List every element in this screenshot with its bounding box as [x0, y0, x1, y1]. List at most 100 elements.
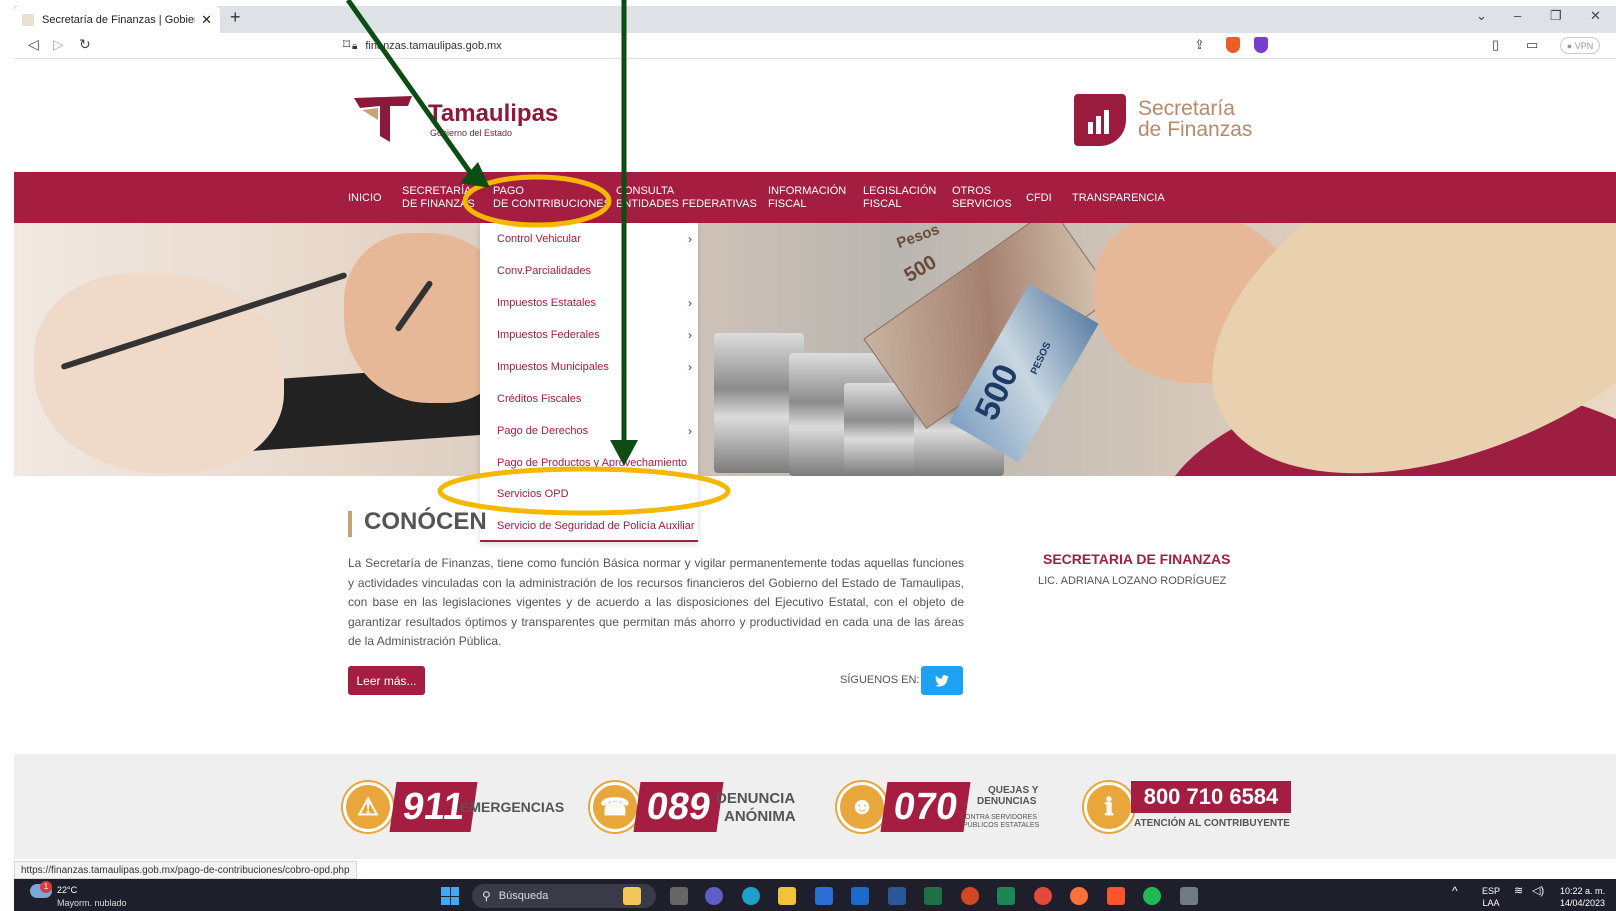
menu-item-impuestos-federales[interactable]: Impuestos Federales	[497, 329, 600, 341]
pago-contribuciones-dropdown: Control Vehicular › Conv.Parcialidades I…	[480, 223, 698, 542]
menu-item-pago-productos[interactable]: Pago de Productos y Aprovechamiento	[497, 457, 687, 469]
forward-icon[interactable]: ▷	[53, 36, 64, 53]
nav-pago-contribuciones[interactable]: PAGO DE CONTRIBUCIONES	[493, 185, 611, 211]
nav-label: FISCAL	[863, 198, 902, 210]
emergency-numbers-band	[14, 754, 1616, 859]
brave-shield-icon[interactable]	[1226, 37, 1240, 53]
menu-item-creditos-fiscales[interactable]: Créditos Fiscales	[497, 393, 581, 405]
lang-line-2: LAA	[1482, 898, 1500, 908]
menu-item-seguridad-policia[interactable]: Servicio de Seguridad de Policía Auxilia…	[497, 520, 695, 532]
menu-item-impuestos-municipales[interactable]: Impuestos Municipales	[497, 361, 609, 373]
status-url-tooltip: https://finanzas.tamaulipas.gob.mx/pago-…	[14, 861, 357, 879]
close-tab-icon[interactable]: ✕	[201, 12, 212, 28]
menu-item-control-vehicular[interactable]: Control Vehicular	[497, 233, 581, 245]
wifi-icon[interactable]: ≋	[1514, 885, 1523, 897]
vpn-button[interactable]: ● VPN	[1560, 37, 1600, 54]
spotify-icon[interactable]	[1143, 887, 1161, 905]
nav-label: OTROS	[952, 185, 992, 197]
nav-informacion-fiscal[interactable]: INFORMACIÓN FISCAL	[768, 185, 846, 211]
tray-chevron-icon[interactable]: ^	[1452, 885, 1458, 897]
menu-item-impuestos-estatales[interactable]: Impuestos Estatales	[497, 297, 596, 309]
emergency-089-label-2: ANÓNIMA	[724, 808, 796, 825]
nav-transparencia[interactable]: TRANSPARENCIA	[1072, 192, 1165, 205]
powerpoint-icon[interactable]	[961, 887, 979, 905]
task-view-icon[interactable]	[670, 887, 688, 905]
twitter-button[interactable]	[921, 666, 963, 695]
nav-label: SERVICIOS	[952, 198, 1012, 210]
url-bar[interactable]: 🔒︎ finanzas.tamaulipas.gob.mx	[352, 35, 1242, 57]
emergency-911-label: EMERGENCIAS	[460, 799, 565, 815]
emergency-089[interactable]: 089	[633, 782, 724, 832]
note-label: Pesos	[894, 223, 942, 253]
chrome-icon[interactable]	[1034, 887, 1052, 905]
chevron-right-icon: ›	[688, 296, 692, 310]
mail-icon[interactable]	[851, 887, 869, 905]
secretaria-label: Secretaría	[1138, 97, 1235, 120]
nav-label: DE FINANZAS	[402, 198, 475, 210]
widgets-icon[interactable]	[623, 887, 641, 905]
language-indicator[interactable]: ESP LAA	[1482, 885, 1500, 909]
nav-label: CONSULTA	[616, 185, 675, 197]
reload-icon[interactable]: ↻	[79, 36, 91, 53]
note-value: 500	[900, 251, 941, 287]
brand-subtitle: Gobierno del Estado	[430, 128, 513, 138]
brave-rewards-icon[interactable]	[1254, 37, 1268, 53]
emergency-089-label-1: DENUNCIA	[716, 790, 796, 807]
emergency-070[interactable]: 070	[880, 782, 971, 832]
excel-icon[interactable]	[924, 887, 942, 905]
browser-tab-bar	[14, 6, 1616, 33]
taxpayer-phone[interactable]: 800 710 6584	[1131, 781, 1291, 813]
nav-cfdi[interactable]: CFDI	[1026, 192, 1052, 205]
nav-label: SECRETARÍA	[402, 185, 472, 197]
tab-list-icon[interactable]: ⌄	[1476, 8, 1487, 24]
new-tab-button[interactable]: +	[230, 7, 241, 28]
nav-consulta[interactable]: CONSULTA ENTIDADES FEDERATIVAS	[616, 185, 757, 211]
lang-line-1: ESP	[1482, 886, 1501, 896]
url-text: finanzas.tamaulipas.gob.mx	[365, 40, 502, 52]
store-icon[interactable]	[815, 887, 833, 905]
calculator-icon[interactable]	[1180, 887, 1198, 905]
maximize-button[interactable]: ❐	[1550, 8, 1562, 24]
minimize-button[interactable]: –	[1514, 8, 1521, 23]
file-explorer-icon[interactable]	[778, 887, 796, 905]
tamaulipas-logo[interactable]: Tamaulipas Gobierno del Estado	[352, 90, 562, 145]
secretaria-name: LIC. ADRIANA LOZANO RODRÍGUEZ	[1038, 575, 1227, 587]
search-label: Búsqueda	[498, 890, 549, 902]
nav-label: INICIO	[348, 192, 382, 204]
read-more-button[interactable]: Leer más...	[348, 666, 425, 695]
nav-legislacion-fiscal[interactable]: LEGISLACIÓN FISCAL	[863, 185, 936, 211]
emergency-070-sub-2: PÚBLICOS ESTATALES	[963, 822, 1040, 829]
clock-date: 14/04/2023	[1560, 898, 1606, 908]
search-icon: ⚲	[482, 889, 491, 903]
finanzas-label: de Finanzas	[1138, 118, 1253, 141]
secretaria-finanzas-logo[interactable]: Secretaría de Finanzas	[1074, 92, 1274, 147]
close-window-button[interactable]: ✕	[1590, 8, 1601, 24]
nav-label: CFDI	[1026, 192, 1052, 204]
nav-secretaria[interactable]: SECRETARÍA DE FINANZAS	[402, 185, 475, 211]
weather-desc: Mayorm. nublado	[57, 898, 127, 908]
nav-label: ENTIDADES FEDERATIVAS	[616, 198, 757, 210]
windows-start-icon[interactable]	[441, 887, 459, 905]
menu-item-pago-derechos[interactable]: Pago de Derechos	[497, 425, 588, 437]
firefox-icon[interactable]	[1070, 887, 1088, 905]
sidebar-icon[interactable]: ▯	[1492, 37, 1499, 53]
nav-otros-servicios[interactable]: OTROS SERVICIOS	[952, 185, 1012, 211]
wallet-icon[interactable]: ▭	[1526, 37, 1538, 53]
browser-tab[interactable]: Secretaría de Finanzas | Gobierno del Es…	[14, 6, 220, 33]
chat-icon[interactable]	[705, 887, 723, 905]
nav-inicio[interactable]: INICIO	[348, 192, 382, 205]
section-title: CONÓCEN	[364, 508, 487, 535]
chevron-right-icon: ›	[688, 360, 692, 374]
volume-icon[interactable]: ◁)	[1532, 885, 1544, 897]
back-icon[interactable]: ◁	[28, 36, 39, 53]
edge-icon[interactable]	[742, 887, 760, 905]
menu-item-servicios-opd[interactable]: Servicios OPD	[497, 488, 569, 500]
bookmark-icon[interactable]: ⌑	[343, 36, 350, 53]
nav-label: DE CONTRIBUCIONES	[493, 198, 611, 210]
brave-icon[interactable]	[1107, 887, 1125, 905]
word-icon[interactable]	[888, 887, 906, 905]
publisher-icon[interactable]	[997, 887, 1015, 905]
share-icon[interactable]: ⇪	[1194, 37, 1205, 53]
clock[interactable]: 10:22 a. m. 14/04/2023	[1560, 885, 1605, 909]
menu-item-conv-parcialidades[interactable]: Conv.Parcialidades	[497, 265, 591, 277]
